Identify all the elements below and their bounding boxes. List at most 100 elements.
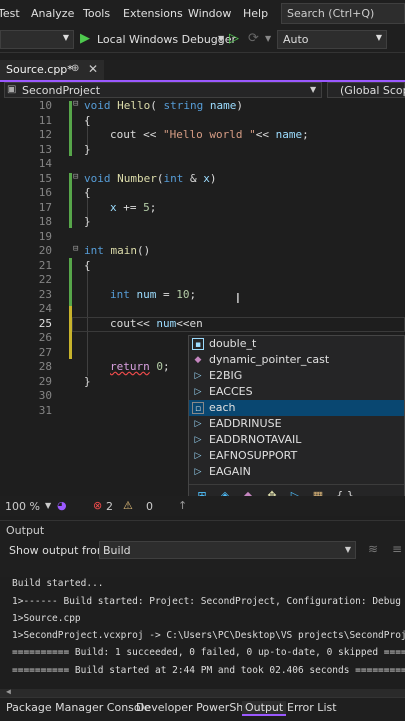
autocomplete-item[interactable]: ◆ dynamic_pointer_cast [189, 352, 404, 368]
scroll-left-icon[interactable]: ◀ [6, 687, 11, 696]
autocomplete-label: EADDRNOTAVAIL [209, 433, 302, 446]
warning-count: 0 [146, 500, 153, 513]
line-number: 24 [38, 302, 52, 315]
tab-source-cpp[interactable]: Source.cpp* ⊕ ✕ [0, 60, 104, 80]
code-line: cout << "Hello world "<< name; [110, 128, 309, 141]
chevron-down-icon[interactable]: ▼ [265, 34, 271, 43]
line-number: 15 [38, 172, 52, 185]
output-source-value: Build [103, 544, 131, 557]
output-text-area[interactable]: Build started... 1>------ Build started:… [0, 577, 405, 697]
output-line: ========== Build: 1 succeeded, 0 failed,… [12, 647, 405, 658]
class-icon: ▪ [192, 338, 204, 350]
project-name: SecondProject [22, 84, 101, 97]
line-number: 19 [38, 230, 52, 243]
line-number: 18 [38, 215, 52, 228]
line-number: 23 [38, 288, 52, 301]
autocomplete-label: double_t [209, 337, 257, 350]
macro-icon: ▷ [194, 435, 202, 445]
autocomplete-item[interactable]: ▪ double_t [189, 336, 404, 352]
zoom-level[interactable]: 100 % [5, 500, 40, 513]
warning-icon[interactable]: ⚠ [123, 499, 133, 512]
output-panel: Output Show output from: Build ▼ ≋ ≡ Bui… [0, 520, 405, 697]
keyword-icon: ▫ [192, 402, 204, 414]
config-value: Auto [283, 33, 309, 46]
code-line: int num = 10; [110, 288, 197, 301]
autocomplete-label: EACCES [209, 385, 253, 398]
find-message-icon[interactable]: ≋ [368, 542, 378, 556]
tab-package-manager-console[interactable]: Package Manager Console [6, 701, 150, 714]
autocomplete-item[interactable]: ▷ EADDRINUSE [189, 416, 404, 432]
line-number: 20 [38, 244, 52, 257]
project-dropdown[interactable]: ▣ SecondProject ▼ [4, 82, 322, 98]
document-tabs: Source.cpp* ⊕ ✕ [0, 60, 405, 82]
tab-developer-powershell[interactable]: Developer PowerShell [136, 701, 256, 714]
collapse-icon[interactable]: ⊟ [73, 99, 78, 109]
output-line: 1>SecondProject.vcxproj -> C:\Users\PC\D… [12, 630, 405, 641]
search-input[interactable]: Search (Ctrl+Q) [281, 3, 405, 24]
copilot-icon[interactable]: ◕ [57, 499, 67, 512]
output-line: 1>Source.cpp [12, 613, 81, 624]
tab-error-list[interactable]: Error List [287, 701, 337, 714]
line-number: 26 [38, 331, 52, 344]
chevron-down-icon[interactable]: ▼ [218, 34, 224, 43]
start-without-debug-icon[interactable]: ▷ [229, 31, 239, 46]
start-debug-icon[interactable]: ▶ [80, 31, 90, 46]
error-icon[interactable]: ⊗ [93, 499, 102, 512]
show-output-label: Show output from: [9, 544, 112, 557]
output-source-dropdown[interactable]: Build ▼ [99, 541, 356, 559]
tab-output[interactable]: Output [242, 701, 287, 716]
menu-test[interactable]: Test [0, 7, 20, 20]
line-number: 12 [38, 128, 52, 141]
macro-icon: ▷ [194, 371, 202, 381]
autocomplete-label: EAGAIN [209, 465, 251, 478]
menu-window[interactable]: Window [188, 7, 231, 20]
line-number: 11 [38, 114, 52, 127]
platform-dropdown[interactable]: ▼ [0, 30, 74, 49]
line-number: 28 [38, 360, 52, 373]
toolbar: ▼ ▶ Local Windows Debugger ▼ ▷ ⟳ ▼ Auto … [0, 28, 405, 53]
autocomplete-label: dynamic_pointer_cast [209, 353, 330, 366]
line-number: 17 [38, 201, 52, 214]
output-line: 1>------ Build started: Project: SecondP… [12, 596, 405, 607]
chevron-down-icon: ▼ [344, 545, 351, 554]
pin-icon[interactable]: ⊕ [71, 63, 79, 74]
autocomplete-item[interactable]: ▷ EACCES [189, 384, 404, 400]
autocomplete-item[interactable]: ▷ EAFNOSUPPORT [189, 448, 404, 464]
line-number: 21 [38, 259, 52, 272]
clear-all-icon[interactable]: ≡ [392, 542, 402, 556]
code-line: } [84, 215, 91, 228]
local-debugger-button[interactable]: Local Windows Debugger [97, 33, 236, 46]
macro-icon: ▷ [194, 387, 202, 397]
code-line: void Number(int & x) [84, 172, 217, 185]
code-line: { [84, 114, 91, 127]
autocomplete-item-selected[interactable]: ▫ each [189, 400, 404, 416]
chevron-down-icon[interactable]: ▼ [45, 501, 51, 510]
arrow-up-icon[interactable]: ↑ [178, 499, 187, 512]
config-dropdown[interactable]: Auto ▼ [277, 30, 387, 49]
line-number: 22 [38, 273, 52, 286]
line-number: 30 [38, 389, 52, 402]
change-indicator [69, 173, 72, 228]
collapse-icon[interactable]: ⊟ [73, 172, 78, 182]
collapse-icon[interactable]: ⊟ [73, 244, 78, 254]
scope-name: (Global Scope [340, 84, 405, 97]
bottom-tool-tabs: Package Manager Console Developer PowerS… [0, 697, 405, 721]
macro-icon: ▷ [194, 451, 202, 461]
scope-dropdown[interactable]: (Global Scope [327, 82, 405, 98]
autocomplete-item[interactable]: ▷ E2BIG [189, 368, 404, 384]
horizontal-scrollbar[interactable]: ◀ [0, 687, 405, 697]
menu-help[interactable]: Help [243, 7, 268, 20]
macro-icon: ▷ [194, 419, 202, 429]
menu-tools[interactable]: Tools [83, 7, 110, 20]
close-icon[interactable]: ✕ [88, 62, 98, 76]
line-number: 16 [38, 186, 52, 199]
autocomplete-list[interactable]: ▪ double_t ◆ dynamic_pointer_cast ▷ E2BI… [188, 335, 405, 508]
hot-reload-icon[interactable]: ⟳ [248, 31, 259, 46]
menu-bar: Test Analyze Tools Extensions Window Hel… [0, 0, 405, 28]
code-editor[interactable]: 10 11 12 13 14 15 16 17 18 19 20 21 22 2… [0, 98, 405, 508]
menu-extensions[interactable]: Extensions [123, 7, 183, 20]
menu-analyze[interactable]: Analyze [31, 7, 74, 20]
autocomplete-item[interactable]: ▷ EADDRNOTAVAIL [189, 432, 404, 448]
autocomplete-item[interactable]: ▷ EAGAIN [189, 464, 404, 480]
line-number: 27 [38, 346, 52, 359]
